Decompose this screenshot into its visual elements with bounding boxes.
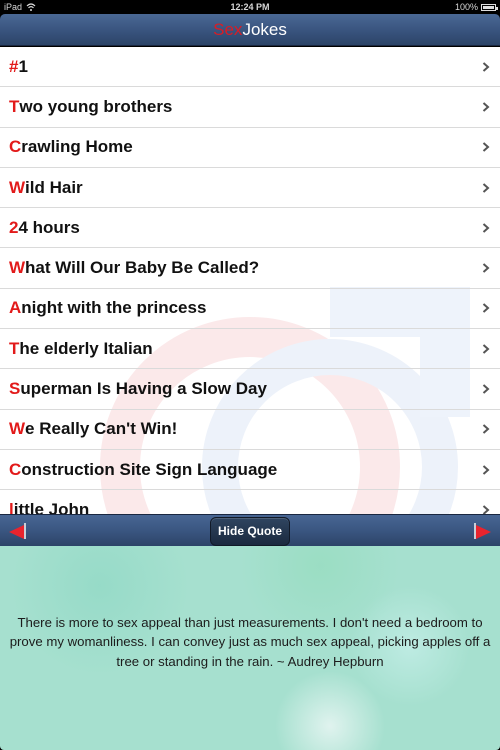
- battery-percentage: 100%: [454, 2, 478, 12]
- chevron-right-icon: [482, 505, 490, 514]
- joke-list-item[interactable]: #1: [0, 47, 500, 88]
- joke-title-initial: T: [9, 338, 20, 358]
- clock: 12:24 PM: [230, 2, 270, 12]
- joke-list-item[interactable]: Wild Hair: [0, 168, 500, 209]
- joke-title-initial: W: [9, 177, 26, 197]
- joke-title-initial: A: [9, 298, 22, 318]
- chevron-right-icon: [482, 102, 490, 112]
- joke-list-item[interactable]: The elderly Italian: [0, 329, 500, 370]
- previous-quote-arrow-icon[interactable]: [9, 523, 27, 539]
- status-bar: iPad 12:24 PM 100%: [0, 0, 500, 14]
- joke-title-initial: C: [9, 459, 22, 479]
- joke-title: onstruction Site Sign Language: [21, 459, 278, 479]
- joke-list-item[interactable]: Crawling Home: [0, 128, 500, 168]
- joke-list-item[interactable]: A night with the princess: [0, 289, 500, 330]
- joke-title: rawling Home: [21, 137, 133, 157]
- joke-title-initial: W: [9, 419, 26, 439]
- joke-title: ittle John: [13, 499, 90, 514]
- navigation-bar: SexJokes: [0, 14, 500, 46]
- joke-list-item[interactable]: What Will Our Baby Be Called?: [0, 248, 500, 289]
- chevron-right-icon: [482, 223, 490, 233]
- chevron-right-icon: [482, 424, 490, 435]
- chevron-right-icon: [482, 182, 490, 193]
- joke-title: 4 hours: [18, 217, 80, 237]
- joke-title-initial: C: [9, 137, 22, 157]
- bottom-toolbar: Hide Quote: [0, 514, 500, 546]
- joke-title-initial: T: [9, 96, 20, 116]
- quote-text: There is more to sex appeal than just me…: [9, 614, 491, 669]
- battery-icon: [481, 4, 498, 11]
- chevron-right-icon: [482, 464, 490, 475]
- chevron-right-icon: [482, 61, 490, 72]
- joke-title-initial: 2: [9, 217, 19, 237]
- joke-list-item[interactable]: l ittle John: [0, 490, 500, 514]
- joke-list-item[interactable]: Construction Site Sign Language: [0, 450, 500, 491]
- hide-quote-button[interactable]: Hide Quote: [210, 517, 290, 546]
- jokes-list[interactable]: #1 Two young brothers Crawling Home Wild…: [0, 47, 500, 514]
- chevron-right-icon: [482, 384, 490, 394]
- joke-title: uperman Is Having a Slow Day: [20, 379, 267, 399]
- joke-list-item[interactable]: Two young brothers: [0, 87, 500, 128]
- joke-list-item[interactable]: Superman Is Having a Slow Day: [0, 369, 500, 410]
- joke-title: wo young brothers: [19, 96, 173, 116]
- joke-list-item[interactable]: 24 hours: [0, 208, 500, 249]
- chevron-right-icon: [482, 263, 490, 273]
- joke-title-initial: #: [9, 56, 19, 76]
- title-accent: Sex: [213, 20, 243, 39]
- chevron-right-icon: [482, 343, 490, 354]
- chevron-right-icon: [482, 303, 490, 314]
- joke-title: 1: [18, 56, 28, 76]
- joke-title-initial: S: [9, 379, 21, 399]
- joke-title: e Really Can't Win!: [25, 419, 178, 439]
- next-quote-arrow-icon[interactable]: [473, 523, 491, 539]
- joke-title: ild Hair: [25, 177, 83, 197]
- joke-list-item[interactable]: We Really Can't Win!: [0, 410, 500, 450]
- title-rest: Jokes: [242, 20, 287, 39]
- joke-title-initial: W: [9, 258, 26, 278]
- joke-title: night with the princess: [21, 298, 207, 318]
- joke-title: he elderly Italian: [19, 338, 153, 358]
- joke-title: hat Will Our Baby Be Called?: [25, 258, 260, 278]
- quote-panel: There is more to sex appeal than just me…: [0, 546, 500, 750]
- chevron-right-icon: [482, 142, 490, 152]
